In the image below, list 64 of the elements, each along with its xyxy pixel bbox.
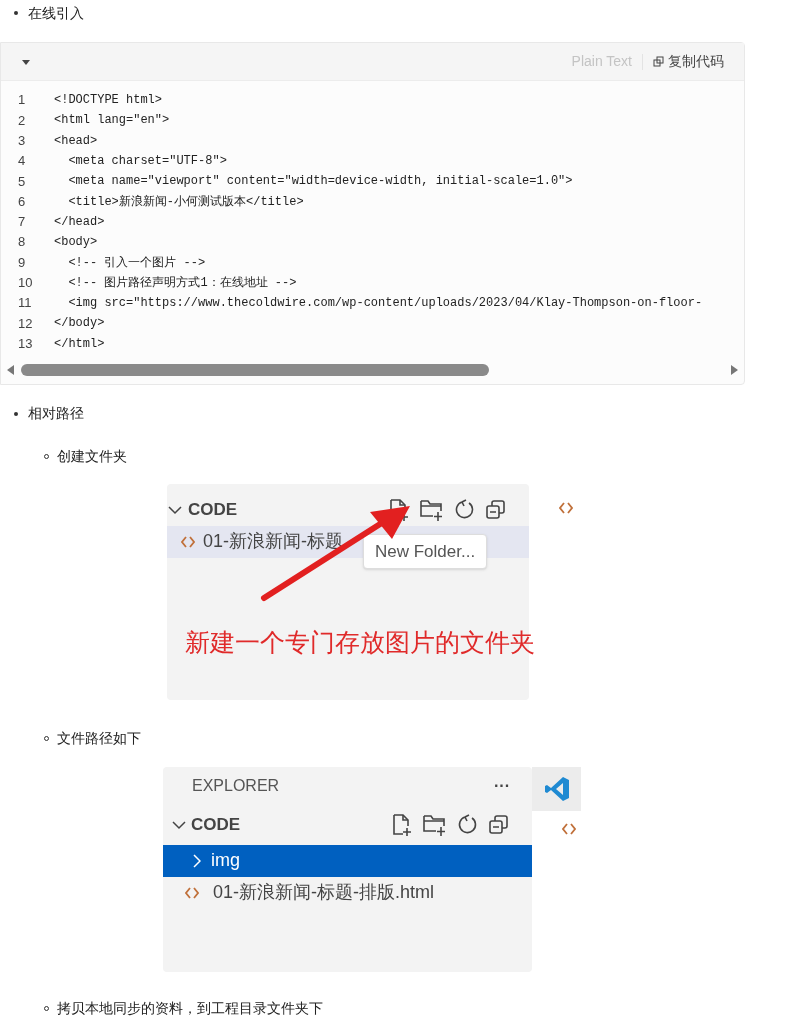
code-line: <title>新浪新闻-小何测试版本</title> [67, 193, 304, 211]
folder-name: img [211, 849, 240, 873]
line-number: 9 [17, 253, 27, 272]
line-number: 2 [17, 111, 27, 130]
copy-code-button[interactable]: 复制代码 [653, 51, 724, 72]
line-number: 8 [17, 233, 27, 252]
list-text: 相对路径 [28, 404, 84, 424]
code-line: <img src="https://www.thecoldwire.com/wp-content/uploads/2023/04/Klay-Thompson-on-floor- [67, 295, 703, 313]
code-line: <meta charset="UTF-8"> [67, 153, 227, 171]
collapse-caret-icon[interactable] [21, 57, 31, 66]
editor-logo-icon [543, 775, 570, 802]
code-line: <!-- 图片路径声明方式1：在线地址 --> [67, 274, 297, 292]
code-file-icon [185, 886, 199, 899]
line-number: 5 [17, 172, 27, 191]
folder-row[interactable]: img [163, 844, 532, 877]
scrollbar-thumb[interactable] [21, 363, 489, 376]
list-text: 在线引入 [28, 3, 84, 23]
line-number: 1 [17, 91, 27, 110]
scroll-left-icon[interactable] [7, 364, 15, 375]
refresh-icon[interactable] [457, 813, 479, 836]
section-title[interactable]: CODE [188, 497, 238, 523]
code-file-icon [181, 535, 195, 548]
bullet-icon [14, 411, 18, 416]
code-line: <head> [54, 132, 98, 150]
file-name: 01-新浪新闻-标题-排版.html [213, 881, 434, 905]
collapse-all-icon[interactable] [488, 813, 510, 836]
line-number: 12 [17, 314, 34, 333]
code-line: <body> [54, 234, 98, 252]
file-row[interactable]: 01-新浪新闻-标题-排版.html [163, 876, 532, 909]
line-number: 11 [17, 294, 33, 313]
code-file-icon [559, 501, 573, 514]
more-actions-button[interactable]: ··· [494, 773, 510, 798]
new-folder-icon[interactable] [419, 497, 445, 522]
line-number: 3 [17, 132, 27, 150]
collapse-all-icon[interactable] [485, 498, 507, 521]
code-line: <html lang="en"> [54, 112, 170, 130]
chevron-right-icon [193, 853, 201, 868]
tooltip: New Folder... [363, 533, 488, 570]
code-line: <!DOCTYPE html> [54, 92, 163, 110]
line-number: 10 [17, 274, 34, 293]
code-line: <!-- 引入一个图片 --> [67, 254, 206, 272]
code-line: </body> [54, 315, 105, 333]
code-line: </html> [54, 335, 105, 353]
explorer-title: EXPLORER [192, 775, 280, 796]
list-text: 创建文件夹 [57, 447, 127, 467]
bullet-icon [14, 11, 18, 15]
chevron-down-icon[interactable] [172, 819, 186, 830]
list-text: 文件路径如下 [57, 729, 141, 749]
code-line: </head> [54, 213, 105, 231]
new-file-icon[interactable] [391, 812, 413, 837]
code-file-icon [562, 822, 576, 835]
code-line: <meta name="viewport" content="width=device-width, initial-scale=1.0"> [67, 173, 573, 191]
refresh-icon[interactable] [454, 498, 476, 521]
copy-icon [653, 56, 664, 67]
section-title[interactable]: CODE [191, 812, 241, 838]
list-text: 拷贝本地同步的资料，到工程目录文件夹下 [57, 999, 323, 1019]
line-number: 7 [17, 213, 27, 232]
line-number: 13 [17, 334, 34, 353]
new-folder-icon[interactable] [422, 812, 448, 837]
scroll-right-icon[interactable] [730, 364, 738, 375]
chevron-down-icon[interactable] [168, 504, 182, 515]
annotation-text: 新建一个专门存放图片的文件夹 [185, 627, 535, 656]
line-number: 6 [17, 192, 27, 211]
line-number: 4 [17, 152, 27, 171]
